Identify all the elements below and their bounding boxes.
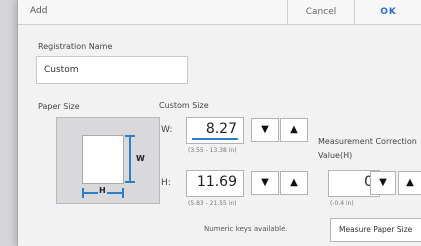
width-increase-button[interactable]: ▲ bbox=[280, 118, 308, 142]
width-field-label: W: bbox=[161, 125, 173, 135]
measurement-range-hint: (-0.4 in) bbox=[330, 200, 354, 207]
measurement-increase-button[interactable]: ▲ bbox=[398, 171, 421, 195]
measurement-correction-sublabel: Value(H) bbox=[318, 151, 353, 160]
ok-button[interactable]: OK bbox=[355, 0, 421, 24]
measurement-correction-label: Measurement Correction bbox=[318, 137, 417, 146]
add-paper-dialog: Add Cancel OK Registration Name Custom P… bbox=[17, 0, 421, 246]
custom-size-label: Custom Size bbox=[159, 101, 209, 110]
width-decrease-button[interactable]: ▼ bbox=[251, 118, 279, 142]
measure-paper-size-button[interactable]: Measure Paper Size bbox=[330, 218, 421, 242]
width-input[interactable]: 8.27 bbox=[186, 117, 244, 144]
width-value: 8.27 bbox=[205, 121, 237, 137]
dialog-header: Add Cancel OK bbox=[18, 0, 421, 25]
height-increase-button[interactable]: ▲ bbox=[280, 171, 308, 195]
numeric-keys-hint: Numeric keys available. bbox=[204, 225, 288, 233]
cancel-button[interactable]: Cancel bbox=[288, 0, 354, 24]
height-decrease-button[interactable]: ▼ bbox=[251, 171, 279, 195]
height-dimension-line bbox=[129, 135, 131, 183]
registration-name-value: Custom bbox=[44, 65, 79, 75]
dialog-title: Add bbox=[30, 6, 48, 16]
height-dimension-cap bbox=[125, 135, 135, 137]
h-marker: H bbox=[98, 186, 107, 195]
w-marker: W bbox=[136, 154, 145, 163]
registration-name-label: Registration Name bbox=[38, 42, 113, 51]
width-input-focus-underline bbox=[192, 138, 238, 140]
paper-size-diagram: W H bbox=[56, 117, 160, 204]
width-dimension-cap bbox=[82, 188, 84, 198]
measurement-decrease-button[interactable]: ▼ bbox=[370, 171, 396, 195]
width-dimension-cap bbox=[122, 188, 124, 198]
height-field-label: H: bbox=[161, 178, 171, 188]
height-range-hint: (5.83 - 21.55 in) bbox=[188, 200, 237, 207]
height-value: 11.69 bbox=[196, 174, 237, 190]
paper-sheet-illustration bbox=[82, 135, 124, 184]
paper-size-label: Paper Size bbox=[38, 102, 80, 111]
height-dimension-cap bbox=[125, 181, 135, 183]
width-range-hint: (3.55 - 13.38 in) bbox=[188, 147, 237, 154]
registration-name-input[interactable]: Custom bbox=[36, 56, 188, 84]
height-input[interactable]: 11.69 bbox=[186, 170, 244, 197]
